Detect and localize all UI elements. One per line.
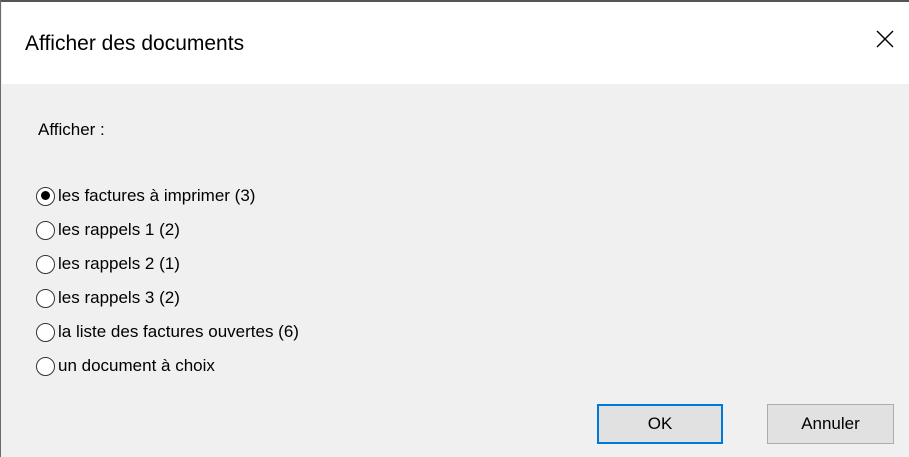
radio-label[interactable]: la liste des factures ouvertes (6) (58, 322, 299, 342)
radio-button[interactable] (36, 220, 55, 240)
radio-button[interactable] (36, 356, 55, 376)
ok-button[interactable]: OK (597, 404, 723, 444)
radio-option-factures-a-imprimer[interactable]: les factures à imprimer (3) (36, 179, 299, 213)
close-icon (876, 30, 894, 48)
radio-button[interactable] (36, 186, 55, 206)
radio-option-document-a-choix[interactable]: un document à choix (36, 349, 299, 383)
radio-button[interactable] (36, 288, 55, 308)
radio-button[interactable] (36, 254, 55, 274)
cancel-button[interactable]: Annuler (767, 404, 894, 444)
radio-option-rappels-3[interactable]: les rappels 3 (2) (36, 281, 299, 315)
radio-option-rappels-1[interactable]: les rappels 1 (2) (36, 213, 299, 247)
dialog-body: Afficher : les factures à imprimer (3) l… (2, 84, 909, 457)
radio-option-rappels-2[interactable]: les rappels 2 (1) (36, 247, 299, 281)
radio-label[interactable]: un document à choix (58, 356, 215, 376)
radio-label[interactable]: les rappels 3 (2) (58, 288, 180, 308)
radio-label[interactable]: les rappels 2 (1) (58, 254, 180, 274)
radio-label[interactable]: les factures à imprimer (3) (58, 186, 255, 206)
close-button[interactable] (862, 16, 908, 62)
radio-label[interactable]: les rappels 1 (2) (58, 220, 180, 240)
prompt-label: Afficher : (38, 120, 105, 139)
dialog-window: Afficher des documents Afficher : les fa… (0, 0, 909, 457)
title-bar[interactable]: Afficher des documents (2, 2, 909, 84)
radio-option-factures-ouvertes[interactable]: la liste des factures ouvertes (6) (36, 315, 299, 349)
dialog-title: Afficher des documents (25, 32, 245, 55)
document-radio-group: les factures à imprimer (3) les rappels … (36, 179, 299, 383)
radio-button[interactable] (36, 322, 55, 342)
